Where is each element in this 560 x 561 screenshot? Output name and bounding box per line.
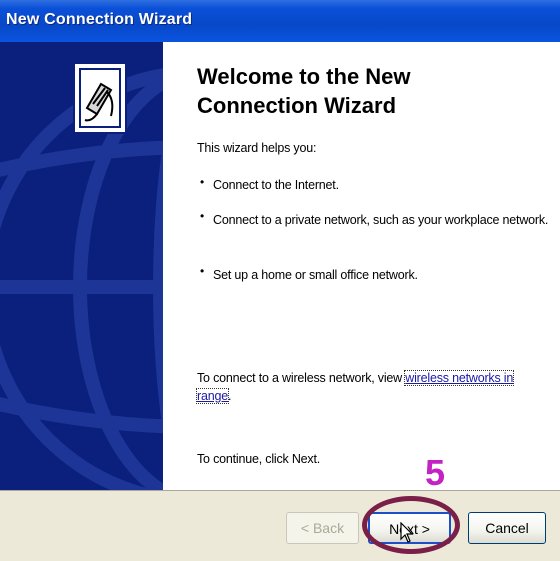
continue-text: To continue, click Next. xyxy=(197,452,321,466)
list-item: Connect to the Internet. xyxy=(213,178,339,192)
wireless-suffix: . xyxy=(227,389,232,403)
network-cable-icon xyxy=(73,62,127,134)
wizard-content: Welcome to the New Connection Wizard Thi… xyxy=(163,42,560,490)
mouse-cursor-icon xyxy=(400,522,414,543)
wireless-networks-link-continued[interactable]: range xyxy=(196,388,229,404)
step-number-annotation: 5 xyxy=(425,452,446,493)
title-bar[interactable]: New Connection Wizard xyxy=(0,0,560,42)
intro-text: This wizard helps you: xyxy=(197,141,317,155)
wireless-networks-link[interactable]: wireless networks in xyxy=(404,370,515,386)
bullet-icon: • xyxy=(200,264,205,278)
bullet-icon: • xyxy=(200,209,205,223)
page-title: Welcome to the New Connection Wizard xyxy=(197,64,411,118)
button-bar: < Back Next > Cancel xyxy=(0,490,560,561)
wizard-side-panel xyxy=(0,42,163,490)
cancel-button[interactable]: Cancel xyxy=(468,512,546,544)
bullet-icon: • xyxy=(200,175,205,189)
list-item: Set up a home or small office network. xyxy=(213,268,418,282)
list-item: Connect to a private network, such as yo… xyxy=(213,213,549,227)
back-button[interactable]: < Back xyxy=(286,512,359,544)
window-title: New Connection Wizard xyxy=(6,11,193,28)
wireless-text: To connect to a wireless network, view w… xyxy=(196,369,517,405)
wireless-prefix: To connect to a wireless network, view xyxy=(197,371,406,385)
